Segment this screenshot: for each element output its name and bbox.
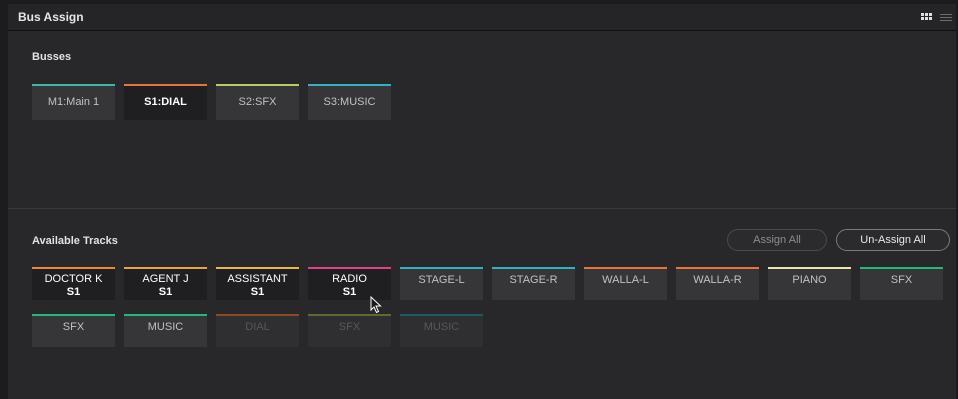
track-tile: DIAL (216, 314, 299, 347)
track-tile[interactable]: AGENT J S1 (124, 267, 207, 300)
list-view-icon[interactable] (940, 13, 952, 23)
track-tile-label: ASSISTANT (227, 273, 288, 285)
track-tile-label: STAGE-R (509, 274, 558, 286)
track-tile[interactable]: PIANO (768, 267, 851, 300)
unassign-all-button[interactable]: Un-Assign All (836, 229, 950, 251)
track-tile[interactable]: DOCTOR K S1 (32, 267, 115, 300)
track-bus-assignment: S1 (250, 286, 265, 298)
bus-tile[interactable]: M1:Main 1 (32, 84, 115, 120)
assign-all-button[interactable]: Assign All (727, 229, 827, 251)
track-tile-label: SFX (62, 321, 85, 333)
track-tile-label: RADIO (332, 273, 367, 285)
title-bar: Bus Assign (8, 4, 956, 31)
track-tile[interactable]: ASSISTANT S1 (216, 267, 299, 300)
busses-heading: Busses (32, 51, 72, 63)
track-tile[interactable]: WALLA-L (584, 267, 667, 300)
track-bus-assignment: S1 (66, 286, 81, 298)
bus-tile[interactable]: S1:DIAL (124, 84, 207, 120)
track-tile-label: MUSIC (423, 321, 460, 333)
track-bus-assignment: S1 (158, 286, 173, 298)
track-tile-label: SFX (890, 274, 913, 286)
available-tracks-heading: Available Tracks (32, 235, 118, 247)
mouse-cursor-icon (370, 296, 382, 314)
section-divider (8, 208, 956, 209)
track-tile[interactable]: MUSIC (124, 314, 207, 347)
bus-tile-label: M1:Main 1 (47, 96, 100, 108)
track-tile[interactable]: WALLA-R (676, 267, 759, 300)
track-tile[interactable]: SFX (32, 314, 115, 347)
track-tile-label: DIAL (245, 321, 270, 333)
track-tile: MUSIC (400, 314, 483, 347)
track-tile-label: DOCTOR K (44, 273, 103, 285)
track-tile[interactable]: STAGE-R (492, 267, 575, 300)
track-tile[interactable]: STAGE-L (400, 267, 483, 300)
track-tile-label: SFX (338, 321, 361, 333)
bus-tile[interactable]: S2:SFX (216, 84, 299, 120)
track-tile: SFX (308, 314, 391, 347)
track-tile[interactable]: SFX (860, 267, 943, 300)
grid-view-icon[interactable] (921, 13, 932, 22)
track-tile-label: AGENT J (142, 273, 189, 285)
track-tile-label: WALLA-L (602, 274, 649, 286)
bus-tile-label: S2:SFX (238, 96, 277, 108)
track-tile-label: WALLA-R (693, 274, 742, 286)
bus-tile-label: S1:DIAL (144, 96, 187, 108)
track-tile-label: MUSIC (147, 321, 184, 333)
track-tile-label: STAGE-L (418, 274, 465, 286)
bus-tile-label: S3:MUSIC (323, 96, 376, 108)
bus-tile[interactable]: S3:MUSIC (308, 84, 391, 120)
bus-assign-window: Bus Assign Busses M1:Main 1 S1:DIAL S2:SFX… (0, 0, 958, 399)
track-tile-label: PIANO (792, 274, 827, 286)
window-title: Bus Assign (18, 10, 84, 24)
